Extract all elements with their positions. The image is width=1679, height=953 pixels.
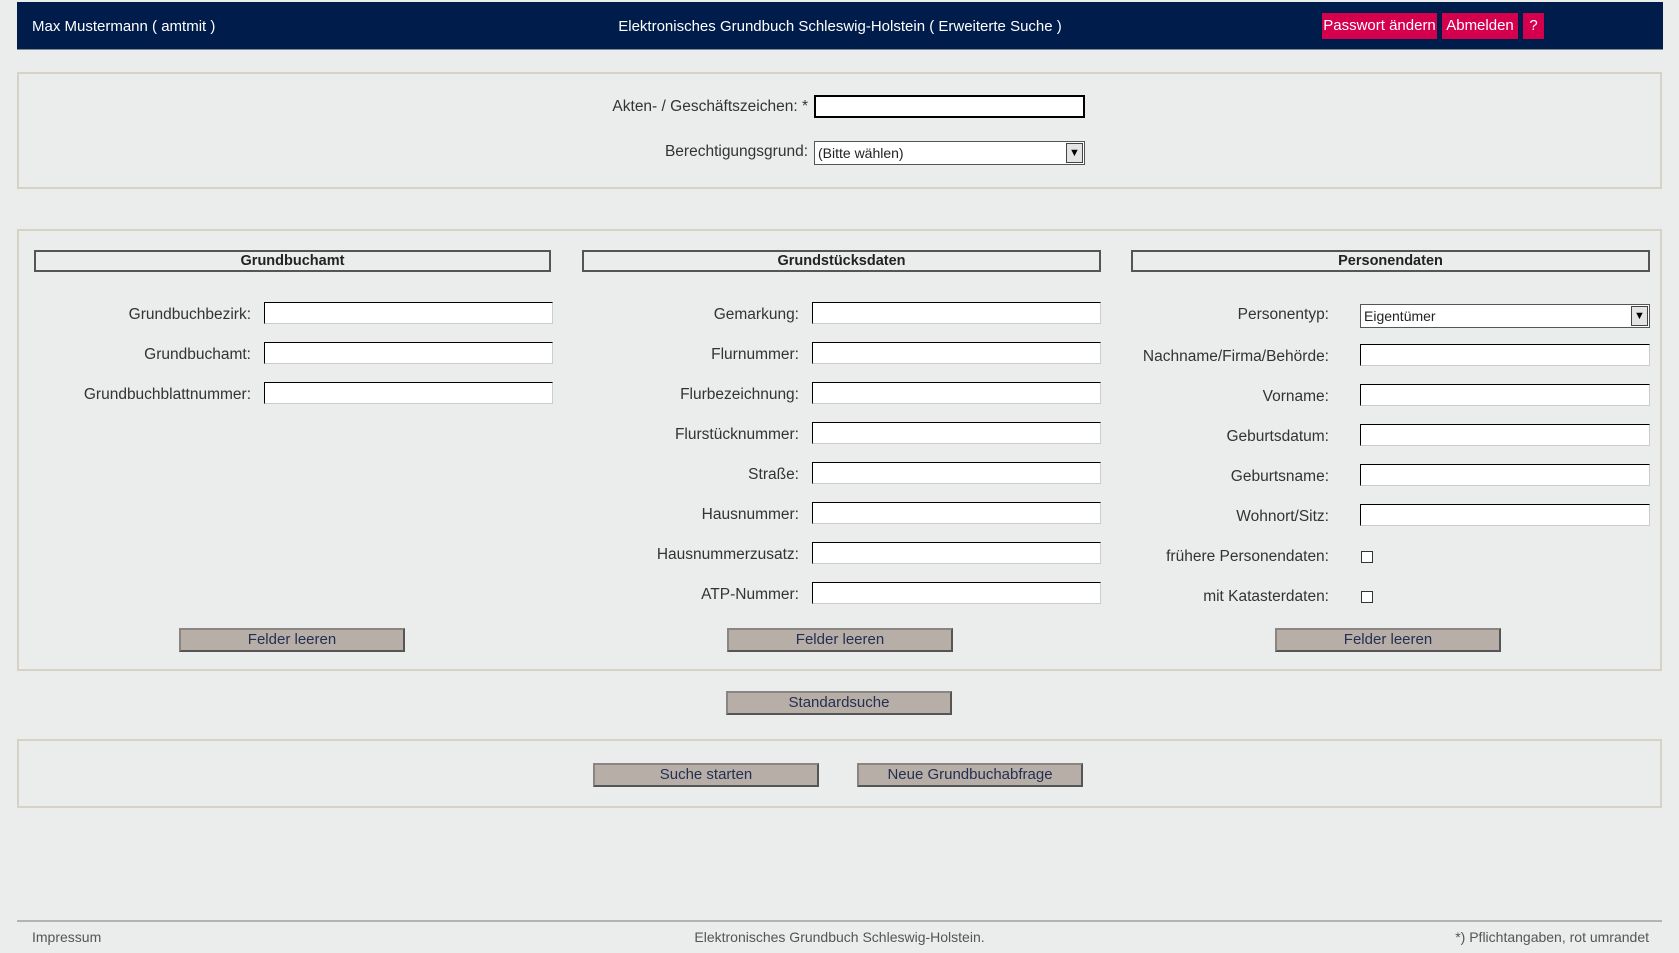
berechtigung-select[interactable]: (Bitte wählen) ▼ (814, 141, 1085, 165)
geburtsname-label: Geburtsname: (1230, 468, 1329, 485)
flurnummer-input[interactable] (812, 342, 1101, 364)
help-button[interactable]: ? (1523, 13, 1544, 39)
start-search-button[interactable]: Suche starten (593, 763, 819, 787)
clear-grundstueck-button[interactable]: Felder leeren (727, 628, 953, 652)
geburtsdatum-label: Geburtsdatum: (1226, 428, 1329, 445)
personen-heading: Personendaten (1131, 250, 1650, 272)
flurnummer-label: Flurnummer: (711, 346, 799, 363)
app-header: Max Mustermann ( amtmit ) Elektronisches… (17, 2, 1663, 50)
katasterdaten-checkbox[interactable] (1361, 591, 1373, 603)
flurbezeichnung-label: Flurbezeichnung: (680, 386, 799, 403)
nachname-label: Nachname/Firma/Behörde: (1142, 348, 1329, 365)
vorname-input[interactable] (1360, 384, 1650, 406)
new-query-button[interactable]: Neue Grundbuchabfrage (857, 763, 1083, 787)
flurstuecknummer-input[interactable] (812, 422, 1101, 444)
berechtigung-label: Berechtigungsgrund: (664, 143, 808, 160)
aktenzeichen-label: Akten- / Geschäftszeichen: * (612, 98, 808, 115)
strasse-input[interactable] (812, 462, 1101, 484)
katasterdaten-label: mit Katasterdaten: (1203, 588, 1329, 605)
hausnummerzusatz-input[interactable] (812, 542, 1101, 564)
change-password-button[interactable]: Passwort ändern (1322, 13, 1437, 39)
search-panel: Grundbuchamt Grundbuchbezirk: Grundbucha… (17, 229, 1662, 671)
hausnummer-input[interactable] (812, 502, 1101, 524)
grundbuchamt-label: Grundbuchamt: (144, 346, 251, 363)
gemarkung-input[interactable] (812, 302, 1101, 324)
atp-nummer-label: ATP-Nummer: (701, 586, 799, 603)
wohnort-label: Wohnort/Sitz: (1236, 508, 1329, 525)
gemarkung-label: Gemarkung: (713, 306, 799, 323)
grundbuchblattnummer-input[interactable] (264, 382, 553, 404)
footer-divider (17, 920, 1662, 922)
berechtigung-value: (Bitte wählen) (818, 145, 904, 161)
chevron-down-icon: ▼ (1066, 143, 1083, 163)
geburtsname-input[interactable] (1360, 464, 1650, 486)
fruehere-personendaten-checkbox[interactable] (1361, 551, 1373, 563)
fruehere-personendaten-label: frühere Personendaten: (1166, 548, 1329, 565)
grundstueck-heading: Grundstücksdaten (582, 250, 1101, 272)
case-panel: Akten- / Geschäftszeichen: * Berechtigun… (17, 72, 1662, 189)
nachname-input[interactable] (1360, 344, 1650, 366)
standardsuche-button[interactable]: Standardsuche (726, 691, 952, 715)
hausnummer-label: Hausnummer: (701, 506, 799, 523)
grundbuchamt-heading: Grundbuchamt (34, 250, 551, 272)
grundbuchamt-input[interactable] (264, 342, 553, 364)
wohnort-input[interactable] (1360, 504, 1650, 526)
clear-personen-button[interactable]: Felder leeren (1275, 628, 1501, 652)
personentyp-select[interactable]: Eigentümer ▼ (1360, 304, 1650, 328)
clear-grundbuchamt-button[interactable]: Felder leeren (179, 628, 405, 652)
atp-nummer-input[interactable] (812, 582, 1101, 604)
grundbuchbezirk-label: Grundbuchbezirk: (128, 306, 251, 323)
chevron-down-icon: ▼ (1631, 306, 1648, 326)
geburtsdatum-input[interactable] (1360, 424, 1650, 446)
grundbuchbezirk-input[interactable] (264, 302, 553, 324)
vorname-label: Vorname: (1262, 388, 1329, 405)
personentyp-value: Eigentümer (1364, 308, 1436, 324)
flurbezeichnung-input[interactable] (812, 382, 1101, 404)
flurstuecknummer-label: Flurstücknummer: (674, 426, 799, 443)
footer-center-text: Elektronisches Grundbuch Schleswig-Holst… (694, 929, 985, 945)
grundbuchblattnummer-label: Grundbuchblattnummer: (83, 386, 251, 403)
aktenzeichen-input[interactable] (814, 95, 1085, 118)
hausnummerzusatz-label: Hausnummerzusatz: (656, 546, 799, 563)
required-note: *) Pflichtangaben, rot umrandet (1455, 929, 1649, 945)
logout-button[interactable]: Abmelden (1442, 13, 1518, 39)
personentyp-label: Personentyp: (1237, 306, 1329, 323)
action-panel: Suche starten Neue Grundbuchabfrage (17, 739, 1662, 808)
strasse-label: Straße: (748, 466, 799, 483)
